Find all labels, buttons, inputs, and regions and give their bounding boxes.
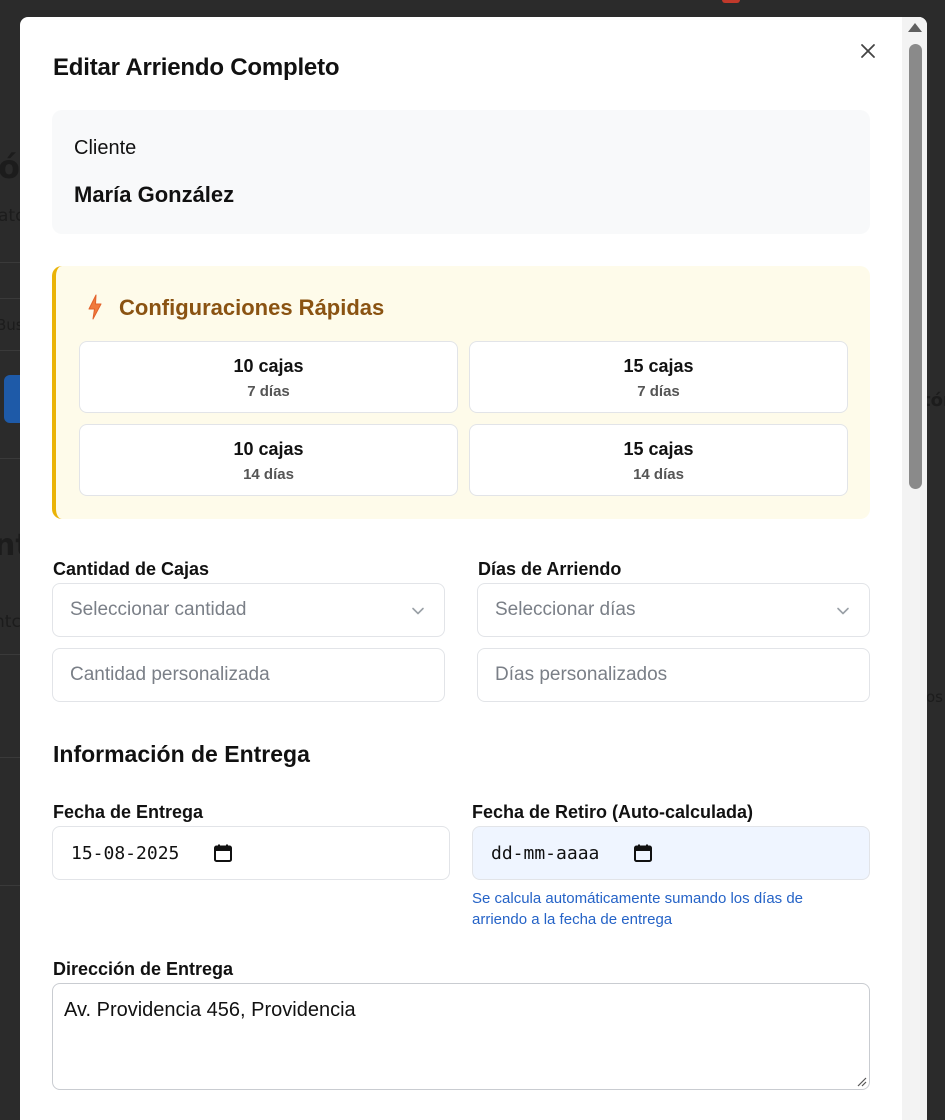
background-divider	[0, 654, 22, 655]
background-accent	[722, 0, 740, 3]
days-label: Días de Arriendo	[478, 559, 622, 579]
background-text: os	[926, 688, 943, 706]
preset-boxes-label: 15 cajas	[623, 356, 694, 376]
client-card: Cliente María González	[52, 110, 870, 234]
preset-15-boxes-7-days[interactable]: 15 cajas 7 días	[469, 341, 848, 413]
chevron-down-icon	[837, 607, 849, 615]
background-divider	[0, 757, 22, 758]
delivery-date-input[interactable]: 15-08-2025	[52, 826, 450, 880]
scroll-up-icon[interactable]	[908, 23, 922, 32]
preset-boxes-label: 10 cajas	[233, 439, 304, 459]
days-select-placeholder: Seleccionar días	[495, 599, 636, 620]
chevron-down-icon	[412, 607, 424, 615]
calendar-icon[interactable]	[633, 843, 653, 863]
quick-configs-panel: Configuraciones Rápidas 10 cajas 7 días …	[52, 266, 870, 519]
quantity-select-placeholder: Seleccionar cantidad	[70, 599, 247, 620]
quick-configs-title: Configuraciones Rápidas	[119, 295, 385, 320]
delivery-date-label: Fecha de Entrega	[53, 802, 204, 822]
days-select[interactable]: Seleccionar días	[477, 583, 870, 637]
pickup-date-input[interactable]: dd-mm-aaaa	[472, 826, 870, 880]
quantity-custom-placeholder: Cantidad personalizada	[70, 664, 270, 685]
address-value: Av. Providencia 456, Providencia	[64, 999, 356, 1021]
preset-boxes-label: 10 cajas	[233, 356, 304, 376]
address-label: Dirección de Entrega	[53, 959, 234, 979]
background-text: ó	[0, 148, 20, 186]
client-label: Cliente	[74, 137, 137, 159]
bolt-icon	[88, 294, 102, 320]
pickup-date-value: dd-mm-aaaa	[491, 842, 600, 864]
resize-handle-icon[interactable]	[855, 1075, 867, 1087]
preset-days-label: 7 días	[247, 383, 290, 400]
quantity-label: Cantidad de Cajas	[53, 559, 210, 579]
delivery-section-title: Información de Entrega	[53, 741, 310, 767]
preset-days-label: 14 días	[633, 466, 684, 483]
background-button	[4, 375, 20, 423]
delivery-date-value: 15-08-2025	[71, 842, 180, 864]
quantity-custom-input[interactable]: Cantidad personalizada	[52, 648, 445, 702]
background-divider	[0, 298, 22, 299]
background-divider	[0, 885, 22, 886]
scrollbar[interactable]	[902, 17, 927, 1120]
background-divider	[0, 458, 22, 459]
background-divider	[0, 350, 22, 351]
client-name: María González	[74, 182, 235, 207]
pickup-date-hint: Se calcula automáticamente sumando los d…	[472, 890, 804, 928]
edit-rental-modal: Editar Arriendo Completo Cliente María G…	[20, 17, 927, 1120]
quantity-select[interactable]: Seleccionar cantidad	[52, 583, 445, 637]
close-icon[interactable]	[857, 40, 879, 62]
background-text: ntc	[0, 612, 21, 632]
preset-15-boxes-14-days[interactable]: 15 cajas 14 días	[469, 424, 848, 496]
preset-10-boxes-14-days[interactable]: 10 cajas 14 días	[79, 424, 458, 496]
days-custom-placeholder: Días personalizados	[495, 664, 668, 685]
preset-10-boxes-7-days[interactable]: 10 cajas 7 días	[79, 341, 458, 413]
preset-boxes-label: 15 cajas	[623, 439, 694, 459]
modal-title: Editar Arriendo Completo	[53, 54, 340, 81]
days-custom-input[interactable]: Días personalizados	[477, 648, 870, 702]
preset-days-label: 14 días	[243, 466, 294, 483]
preset-days-label: 7 días	[637, 383, 680, 400]
scroll-thumb[interactable]	[909, 44, 922, 489]
address-textarea[interactable]: Av. Providencia 456, Providencia	[52, 983, 870, 1090]
calendar-icon[interactable]	[213, 843, 233, 863]
pickup-date-label: Fecha de Retiro (Auto-calculada)	[472, 802, 754, 822]
background-divider	[0, 262, 22, 263]
